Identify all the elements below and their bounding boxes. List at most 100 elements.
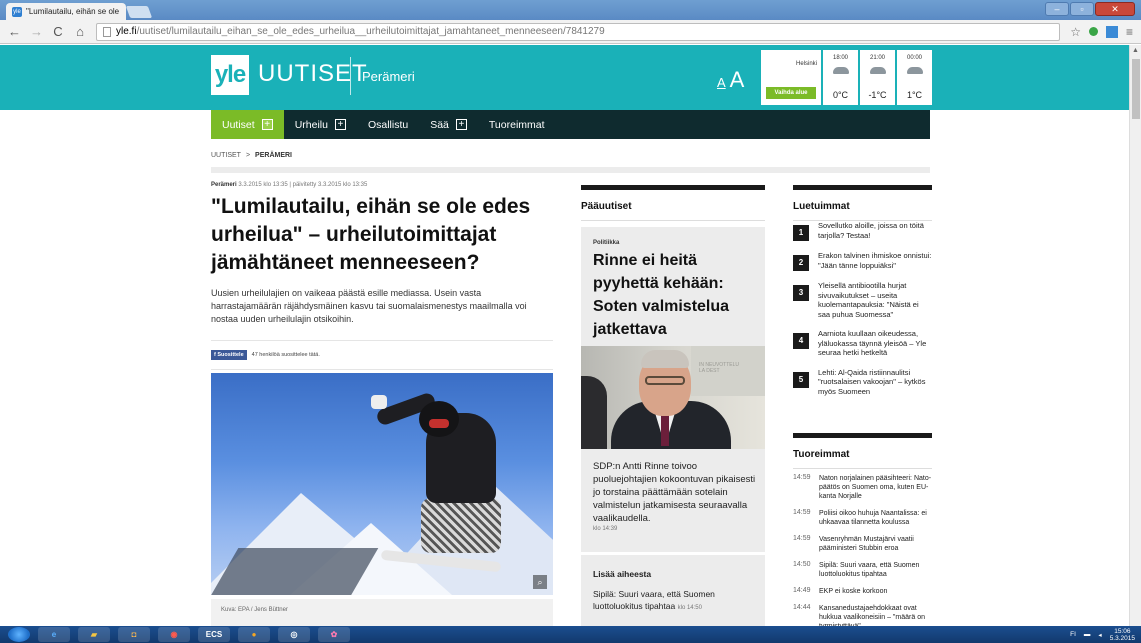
plus-icon[interactable]: +: [261, 119, 273, 130]
cloud-icon: [906, 67, 923, 74]
nav-tuoreimmat[interactable]: Tuoreimmat: [478, 110, 556, 139]
chrome-icon[interactable]: ◉: [158, 627, 190, 642]
list-item[interactable]: 5 Lehti: Al-Qaida ristiinnaulitsi "ruots…: [793, 368, 932, 397]
weather-widget: Helsinki Vaihda alue 18:00 0°C 21:00 -1°…: [761, 50, 933, 105]
breadcrumb-separator: >: [245, 152, 251, 159]
region-name[interactable]: Perämeri: [362, 69, 415, 84]
reload-button[interactable]: C: [52, 24, 64, 39]
facebook-recommend-button[interactable]: f Suosittele: [211, 350, 247, 360]
photo-caption: Kuva: EPA / Jens Büttner: [221, 607, 288, 613]
plus-icon[interactable]: +: [455, 119, 467, 130]
extension-blue-icon[interactable]: [1105, 25, 1118, 38]
close-window-button[interactable]: ✕: [1095, 2, 1135, 16]
back-button[interactable]: ←: [8, 24, 21, 39]
article-title: "Lumilautailu, eihän se ole edes urheilu…: [211, 195, 531, 274]
browser-menu-icon[interactable]: ≡: [1126, 25, 1133, 39]
network-icon[interactable]: ▬: [1084, 631, 1091, 638]
breadcrumb: UUTISET > PERÄMERI: [211, 152, 292, 159]
main-nav: Uutiset + Urheilu + Osallistu Sää + Tuor…: [211, 110, 930, 139]
new-tab-button[interactable]: [125, 6, 153, 18]
photo-caption-bar: Kuva: EPA / Jens Büttner: [211, 599, 553, 626]
latest-heading: Tuoreimmat: [793, 449, 850, 460]
zoom-icon[interactable]: ⌕: [533, 575, 547, 589]
story-title[interactable]: Rinne ei heitä pyyhettä kehään: Soten va…: [593, 249, 763, 341]
url-path: /uutiset/lumilautailu_eihan_se_ole_edes_…: [136, 26, 605, 37]
clock[interactable]: 15:06 5.3.2015: [1110, 628, 1135, 642]
breadcrumb-root[interactable]: UUTISET: [211, 152, 241, 159]
list-item[interactable]: 14:50 Sipilä: Suuri vaara, että Suomen l…: [793, 561, 932, 579]
list-item[interactable]: 14:49 EKP ei koske korkoon: [793, 587, 932, 596]
font-small-button[interactable]: A: [717, 75, 726, 90]
font-big-button[interactable]: A: [730, 67, 745, 93]
most-read-column: Luetuimmat: [793, 185, 932, 221]
font-size-toggle: A A: [717, 67, 744, 93]
plus-icon[interactable]: +: [334, 119, 346, 130]
header-divider: [350, 57, 351, 95]
windows-taskbar: e ▰ ◘ ◉ ECS ● ◎ ✿ FI ▬ ◂ 15:06 5.3.2015: [0, 626, 1141, 643]
nav-osallistu[interactable]: Osallistu: [357, 110, 419, 139]
window-controls: – ▫ ✕: [1045, 2, 1135, 16]
related-heading: Lisää aiheesta: [593, 569, 652, 579]
partly-sunny-icon: [869, 62, 886, 74]
featured-story[interactable]: Politiikka Rinne ei heitä pyyhettä kehää…: [581, 227, 765, 553]
browser-tab-active[interactable]: yle "Lumilautailu, eihän se ole ×: [6, 3, 126, 20]
tab-title: "Lumilautailu, eihän se ole ×: [26, 7, 120, 16]
nav-saa[interactable]: Sää +: [419, 110, 478, 139]
scroll-up-icon[interactable]: ▲: [1132, 47, 1139, 54]
page-icon: [103, 26, 111, 37]
change-area-button[interactable]: Vaihda alue: [766, 87, 816, 99]
ie-icon[interactable]: e: [38, 627, 70, 642]
list-item[interactable]: 14:59 Vasenryhmän Mustajärvi vaatii pääm…: [793, 535, 932, 553]
nav-urheilu[interactable]: Urheilu +: [284, 110, 357, 139]
divider: [211, 369, 553, 370]
scroll-thumb[interactable]: [1132, 59, 1140, 119]
url-host: yle.fi: [116, 26, 137, 37]
facebook-share: f Suosittele 47 henkilöä suosittelee tät…: [211, 350, 553, 360]
extension-green-icon[interactable]: [1088, 27, 1098, 36]
brand-uutiset[interactable]: UUTISET: [258, 60, 368, 88]
media-icon[interactable]: ◎: [278, 627, 310, 642]
story-photo[interactable]: IN NEUVOTTELU LA DEST: [581, 346, 765, 449]
related-link[interactable]: Sipilä: Suuri vaara, että Suomen luottol…: [593, 588, 758, 614]
list-item[interactable]: 3 Yleisellä antibiootilla hurjat sivuvai…: [793, 281, 932, 319]
paint-icon[interactable]: ✿: [318, 627, 350, 642]
language-indicator[interactable]: FI: [1070, 631, 1076, 638]
folder-icon[interactable]: ▰: [78, 627, 110, 642]
home-button[interactable]: ⌂: [74, 24, 86, 39]
list-item[interactable]: 2 Erakon talvinen ihmiskoe onnistui: "Jä…: [793, 251, 932, 271]
system-tray: FI ▬ ◂ 15:06 5.3.2015: [1070, 626, 1135, 643]
page-scrollbar[interactable]: ▲: [1129, 45, 1141, 626]
weather-slot: 18:00 0°C: [823, 50, 858, 105]
article-photo[interactable]: ⌕: [211, 373, 553, 595]
list-item[interactable]: 14:59 Poliisi oikoo huhuja Naantalissa: …: [793, 509, 932, 527]
most-read-heading: Luetuimmat: [793, 201, 850, 212]
story-category: Politiikka: [593, 240, 620, 246]
facebook-count: 47 henkilöä suosittelee tätä.: [251, 352, 320, 358]
related-box: Lisää aiheesta Sipilä: Suuri vaara, että…: [581, 552, 765, 626]
article-lead: Uusien urheilulajien on vaikeaa päästä e…: [211, 288, 527, 324]
volume-icon[interactable]: ◂: [1098, 631, 1101, 639]
main-news-heading: Pääuutiset: [581, 201, 632, 212]
forward-button[interactable]: →: [30, 24, 43, 39]
outlook-icon[interactable]: ◘: [118, 627, 150, 642]
nav-uutiset[interactable]: Uutiset +: [211, 110, 284, 139]
address-bar[interactable]: yle.fi/uutiset/lumilautailu_eihan_se_ole…: [96, 22, 1061, 41]
site-header: yle UUTISET Perämeri A A Helsinki Vaihda…: [0, 45, 1129, 110]
ecs-icon[interactable]: ECS: [198, 627, 230, 642]
minimize-button[interactable]: –: [1045, 2, 1069, 16]
yle-logo[interactable]: yle: [211, 55, 249, 95]
winamp-icon[interactable]: ●: [238, 627, 270, 642]
weather-city: Helsinki: [795, 61, 817, 67]
breadcrumb-current[interactable]: PERÄMERI: [255, 152, 292, 159]
list-item[interactable]: 1 Sovellutko aloille, joissa on töitä ta…: [793, 221, 932, 241]
weather-slot: 00:00 1°C: [897, 50, 932, 105]
yle-favicon-icon: yle: [12, 6, 22, 17]
divider: [211, 340, 553, 341]
start-button-icon[interactable]: [8, 627, 30, 642]
browser-toolbar: ← → C ⌂ yle.fi/uutiset/lumilautailu_eiha…: [0, 20, 1141, 44]
maximize-button[interactable]: ▫: [1070, 2, 1094, 16]
list-item[interactable]: 4 Aarniota kuullaan oikeudessa, yläluoka…: [793, 329, 932, 358]
bookmark-star-icon[interactable]: ☆: [1070, 25, 1081, 39]
list-item[interactable]: 14:59 Naton norjalainen pääsihteeri: Nat…: [793, 474, 932, 501]
browser-tabstrip: yle "Lumilautailu, eihän se ole × – ▫ ✕: [0, 0, 1141, 20]
